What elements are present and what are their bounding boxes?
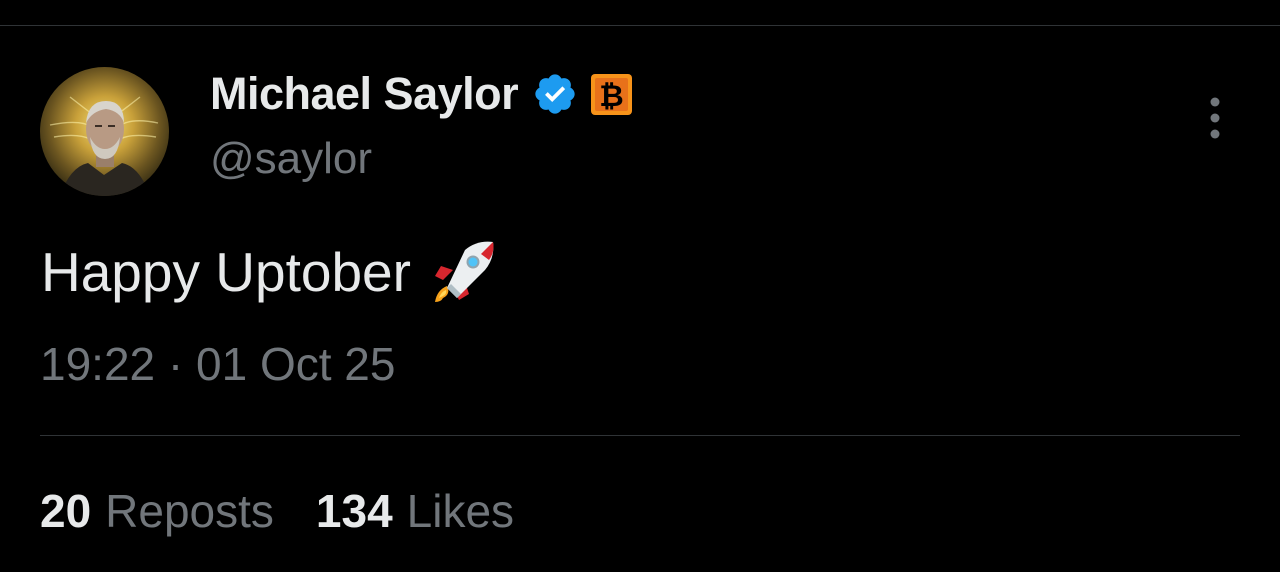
likes-stat[interactable]: 134 Likes bbox=[316, 484, 514, 538]
rocket-icon bbox=[427, 236, 499, 308]
reposts-count: 20 bbox=[40, 485, 92, 537]
avatar[interactable] bbox=[40, 67, 169, 196]
stats-divider bbox=[40, 435, 1240, 436]
top-divider bbox=[0, 25, 1280, 26]
author-display-name[interactable]: Michael Saylor bbox=[210, 68, 519, 120]
author-name-row: Michael Saylor ₿ bbox=[210, 68, 633, 120]
likes-label: Likes bbox=[406, 485, 515, 537]
tweet-timestamp[interactable]: 19:22 · 01 Oct 25 bbox=[40, 337, 395, 391]
svg-text:₿: ₿ bbox=[599, 79, 623, 114]
engagement-stats: 20 Reposts 134 Likes bbox=[40, 484, 514, 538]
likes-count: 134 bbox=[315, 485, 393, 537]
reposts-label: Reposts bbox=[105, 485, 274, 537]
tweet-text: Happy Uptober bbox=[41, 236, 499, 308]
author-handle[interactable]: @saylor bbox=[210, 134, 372, 184]
bitcoin-badge-icon[interactable]: ₿ bbox=[591, 73, 633, 115]
verified-badge-icon[interactable] bbox=[532, 71, 578, 117]
tweet-text-content: Happy Uptober bbox=[41, 241, 411, 303]
reposts-stat[interactable]: 20 Reposts bbox=[40, 484, 274, 538]
more-options-icon[interactable] bbox=[1200, 94, 1230, 142]
avatar-portrait bbox=[49, 96, 159, 196]
